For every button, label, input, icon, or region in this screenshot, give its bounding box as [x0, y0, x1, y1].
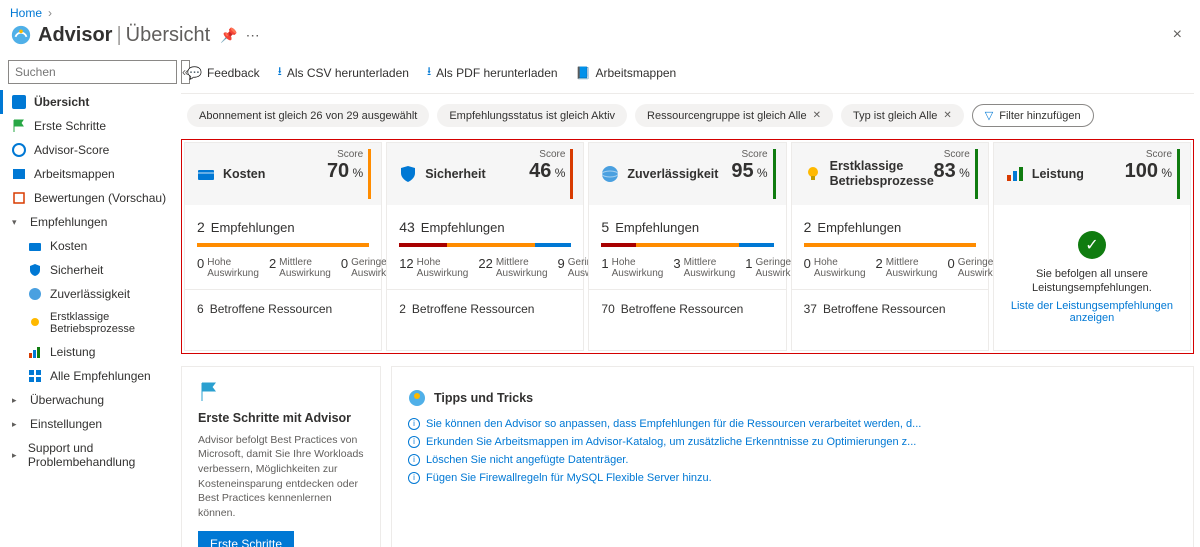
- chevron-down-icon: ▾: [12, 217, 22, 228]
- breadcrumb: Home ›: [0, 0, 1200, 22]
- filter-resourcegroup[interactable]: Ressourcengruppe ist gleich Alle✕: [635, 104, 833, 127]
- chart-icon: [28, 345, 42, 359]
- tip-item[interactable]: iSie können den Advisor so anpassen, das…: [408, 415, 1177, 433]
- search-input[interactable]: [8, 60, 177, 84]
- workbook-icon: 📘: [576, 66, 591, 80]
- cost-icon: [28, 239, 42, 253]
- tip-item[interactable]: iLöschen Sie nicht angefügte Datenträger…: [408, 451, 1177, 469]
- toolbar: 💬Feedback ⭳Als CSV herunterladen ⭳Als PD…: [181, 56, 1194, 94]
- impact-bar: [197, 243, 369, 247]
- score-bar: [773, 149, 776, 199]
- tip-item[interactable]: iFügen Sie Firewallregeln für MySQL Flex…: [408, 469, 1177, 487]
- page-header: Advisor | Übersicht 📌 ⋯ ×: [0, 22, 1200, 56]
- nav-einstellungen[interactable]: ▸ Einstellungen: [0, 412, 175, 436]
- download-pdf-button[interactable]: ⭳Als PDF herunterladen: [427, 62, 558, 83]
- shield-icon: [28, 263, 42, 277]
- info-icon: i: [408, 418, 420, 430]
- card-zuverlaessigkeit[interactable]: Zuverlässigkeit Score95 % 5Empfehlungen …: [588, 142, 786, 351]
- flag-icon: [12, 119, 26, 133]
- nav-zuverlaessigkeit[interactable]: Zuverlässigkeit: [0, 282, 175, 306]
- nav-erste-schritte[interactable]: Erste Schritte: [0, 114, 175, 138]
- breadcrumb-home[interactable]: Home: [10, 6, 42, 20]
- download-icon: ⭳: [427, 62, 431, 83]
- shield-icon: [399, 165, 417, 183]
- feedback-icon: 💬: [187, 66, 202, 80]
- cost-icon: [197, 165, 215, 183]
- nav-ueberwachung[interactable]: ▸ Überwachung: [0, 388, 175, 412]
- score-bar: [1177, 149, 1180, 199]
- workbook-icon: [12, 167, 26, 181]
- filter-status[interactable]: Empfehlungsstatus ist gleich Aktiv: [437, 104, 627, 127]
- score-bar: [975, 149, 978, 199]
- nav-betrieb[interactable]: Erstklassige Betriebsprozesse: [0, 306, 175, 340]
- chevron-right-icon: ▸: [12, 450, 20, 461]
- trophy-icon: [28, 316, 42, 330]
- grid-icon: [28, 369, 42, 383]
- card-sicherheit[interactable]: Sicherheit Score46 % 43Empfehlungen 12Ho…: [386, 142, 584, 351]
- score-cards: Kosten Score70 % 2Empfehlungen 0HoheAusw…: [181, 139, 1194, 354]
- globe-icon: [601, 165, 619, 183]
- chevron-right-icon: ›: [48, 6, 52, 20]
- filter-icon: ▽: [985, 109, 993, 122]
- sidebar: « Übersicht Erste Schritte Advisor-Score…: [0, 56, 175, 547]
- check-icon: ✓: [1078, 231, 1106, 259]
- lightbulb-icon: [408, 389, 426, 407]
- advisor-icon: [10, 24, 32, 46]
- impact-bar: [399, 243, 571, 247]
- nav-empfehlungen[interactable]: ▾ Empfehlungen: [0, 210, 175, 234]
- chart-icon: [1006, 165, 1024, 183]
- tips-card: Tipps und Tricks iSie können den Advisor…: [391, 366, 1194, 547]
- nav-bewertungen[interactable]: Bewertungen (Vorschau): [0, 186, 175, 210]
- globe-icon: [28, 287, 42, 301]
- impact-bar: [601, 243, 773, 247]
- info-icon: i: [408, 454, 420, 466]
- card-kosten[interactable]: Kosten Score70 % 2Empfehlungen 0HoheAusw…: [184, 142, 382, 351]
- close-icon[interactable]: ×: [1165, 22, 1190, 48]
- nav-uebersicht[interactable]: Übersicht: [0, 90, 175, 114]
- main-content: 💬Feedback ⭳Als CSV herunterladen ⭳Als PD…: [175, 56, 1200, 547]
- score-bar: [368, 149, 371, 199]
- nav-leistung[interactable]: Leistung: [0, 340, 175, 364]
- chevron-right-icon: ▸: [12, 419, 22, 430]
- impact-bar: [804, 243, 976, 247]
- trophy-icon: [804, 165, 822, 183]
- remove-filter-icon[interactable]: ✕: [943, 110, 951, 121]
- performance-link[interactable]: Liste der Leistungsempfehlungen anzeigen: [1004, 300, 1180, 324]
- info-icon: i: [408, 472, 420, 484]
- flag-icon: [198, 381, 364, 403]
- nav-alle[interactable]: Alle Empfehlungen: [0, 364, 175, 388]
- filter-bar: Abonnement ist gleich 26 von 29 ausgewäh…: [181, 94, 1194, 139]
- nav-advisor-score[interactable]: Advisor-Score: [0, 138, 175, 162]
- feedback-button[interactable]: 💬Feedback: [187, 66, 260, 80]
- chevron-right-icon: ▸: [12, 395, 22, 406]
- score-icon: [12, 143, 26, 157]
- card-betrieb[interactable]: Erstklassige Betriebsprozesse Score83 % …: [791, 142, 989, 351]
- download-csv-button[interactable]: ⭳Als CSV herunterladen: [278, 62, 409, 83]
- nav-sicherheit[interactable]: Sicherheit: [0, 258, 175, 282]
- nav-kosten[interactable]: Kosten: [0, 234, 175, 258]
- filter-type[interactable]: Typ ist gleich Alle✕: [841, 104, 964, 127]
- pin-icon[interactable]: 📌: [220, 27, 237, 44]
- overview-icon: [12, 95, 26, 109]
- assessment-icon: [12, 191, 26, 205]
- nav-support[interactable]: ▸ Support und Problembehandlung: [0, 436, 175, 474]
- download-icon: ⭳: [278, 62, 282, 83]
- info-icon: i: [408, 436, 420, 448]
- page-title: Advisor: [38, 24, 112, 47]
- card-leistung[interactable]: Leistung Score100 % ✓ Sie befolgen all u…: [993, 142, 1191, 351]
- more-icon[interactable]: ⋯: [246, 27, 260, 44]
- getting-started-card: Erste Schritte mit Advisor Advisor befol…: [181, 366, 381, 547]
- filter-subscription[interactable]: Abonnement ist gleich 26 von 29 ausgewäh…: [187, 104, 429, 127]
- tip-item[interactable]: iErkunden Sie Arbeitsmappen im Advisor-K…: [408, 433, 1177, 451]
- remove-filter-icon[interactable]: ✕: [813, 110, 821, 121]
- add-filter-button[interactable]: ▽Filter hinzufügen: [972, 104, 1094, 127]
- score-bar: [570, 149, 573, 199]
- page-subtitle: Übersicht: [126, 24, 210, 47]
- nav-arbeitsmappen[interactable]: Arbeitsmappen: [0, 162, 175, 186]
- workbooks-button[interactable]: 📘Arbeitsmappen: [576, 66, 677, 80]
